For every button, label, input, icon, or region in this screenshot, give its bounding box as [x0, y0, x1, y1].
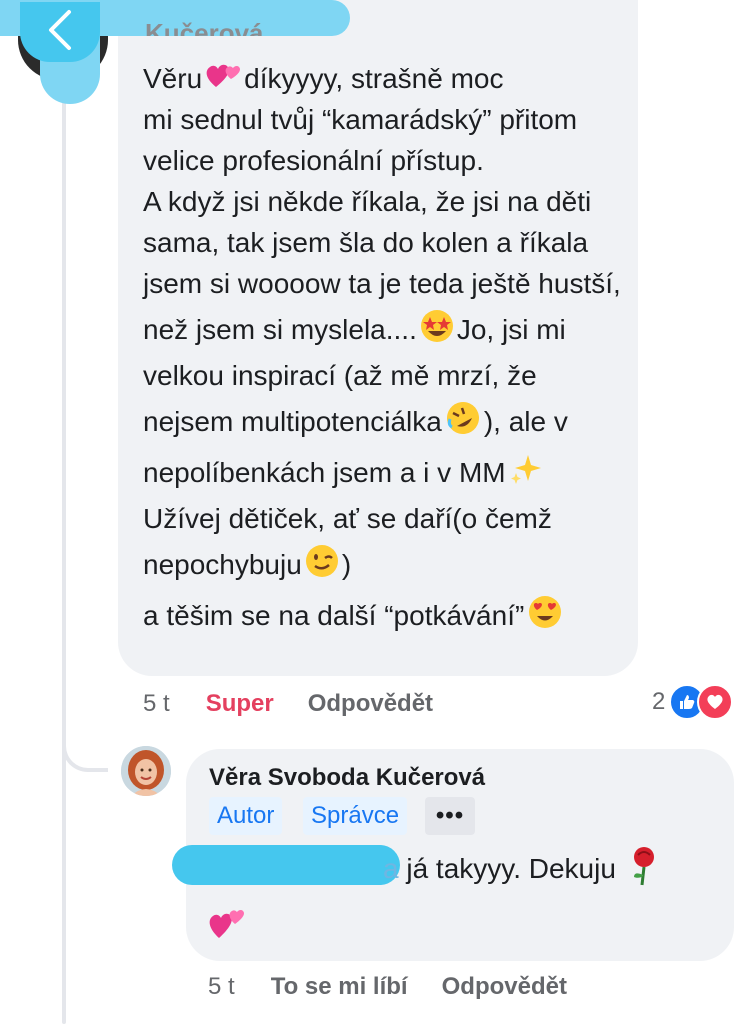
winking-emoji: [304, 543, 340, 587]
reaction-summary[interactable]: 2: [652, 684, 734, 720]
text-tool-label: Aa: [686, 111, 726, 148]
comment-line: sama, tak jsem šla do kolen a říkala: [143, 226, 589, 258]
effects-icon[interactable]: [676, 300, 736, 360]
thread-branch: [62, 720, 108, 772]
comment-line: jsem si woooow ta je teda ještě hustší,: [143, 267, 621, 299]
comment-line: díkyyyy, strašně moc: [244, 62, 504, 94]
comment-line: Věru: [143, 62, 203, 94]
redaction-mark: [172, 845, 400, 885]
more-badges-button[interactable]: •••: [425, 797, 475, 835]
comment-text: Věru díkyyyy, strašně moc mi sednul tvůj…: [143, 58, 723, 641]
two-hearts-emoji: [207, 902, 247, 947]
comment-author[interactable]: Kučerová: [145, 18, 264, 36]
magic-wand-icon[interactable]: [676, 400, 736, 460]
comment-line: Užívej dětiček, ať se daří(o čemž: [143, 502, 552, 534]
chevron-left-icon: [45, 8, 75, 57]
reply-author[interactable]: Věra Svoboda Kučerová: [209, 764, 485, 792]
comment-line: mi sednul tvůj “kamarádský” přitom: [143, 103, 578, 135]
comment-line: ): [341, 548, 352, 580]
reply-link[interactable]: Odpovědět: [308, 690, 433, 718]
sparkles-emoji: [508, 451, 544, 495]
admin-badge[interactable]: Správce: [303, 797, 408, 835]
like-button[interactable]: To se mi líbí: [271, 973, 408, 1001]
heart-eyes-emoji: [526, 593, 564, 639]
reply-text: a já takyyy. Dekuju: [383, 846, 664, 892]
author-badge[interactable]: Autor: [209, 797, 283, 835]
comment-line: ), ale v: [483, 405, 568, 437]
two-hearts-emoji: [204, 59, 242, 99]
comment-time[interactable]: 5 t: [143, 690, 170, 718]
reply-text-body: já takyyy. Dekuju: [398, 853, 616, 884]
comment-actions: 5 t Super Odpovědět: [143, 686, 433, 722]
reaction-button[interactable]: Super: [206, 690, 274, 718]
comment-line: velice profesionální přístup.: [143, 144, 484, 176]
star-struck-emoji: [419, 308, 455, 352]
reply-time[interactable]: 5 t: [208, 973, 235, 1001]
reply-text-fragment: a: [383, 853, 399, 884]
reaction-count: 2: [652, 688, 666, 715]
comment-line: nepochybuju: [143, 548, 302, 580]
comment-line: nepolíbenkách jsem a i v MM: [143, 456, 506, 488]
love-icon: [697, 684, 734, 720]
chevron-down-icon[interactable]: [676, 494, 736, 554]
reply-actions: 5 t To se mi líbí Odpovědět: [208, 970, 567, 1004]
comment-line: než jsem si myslela....: [143, 313, 417, 345]
comment-line: velkou inspirací (až mě mrzí, že: [143, 359, 537, 391]
comment-line: a těšim se na další “potkávání”: [143, 599, 525, 631]
rofl-emoji: [444, 399, 482, 445]
comment-line: Jo, jsi mi: [456, 313, 566, 345]
comment-line: nejsem multipotenciálka: [143, 405, 442, 437]
avatar[interactable]: [121, 746, 171, 796]
sticker-icon[interactable]: [676, 4, 736, 64]
text-icon[interactable]: Aa: [676, 100, 736, 160]
thread-line: [62, 80, 66, 1024]
back-button[interactable]: [20, 2, 100, 62]
rose-emoji: [626, 845, 662, 894]
story-tools: Aa: [676, 0, 736, 560]
music-icon[interactable]: [676, 200, 736, 260]
reply-link[interactable]: Odpovědět: [442, 973, 567, 1001]
comment-line: A když jsi někde říkala, že jsi na děti: [143, 185, 592, 217]
